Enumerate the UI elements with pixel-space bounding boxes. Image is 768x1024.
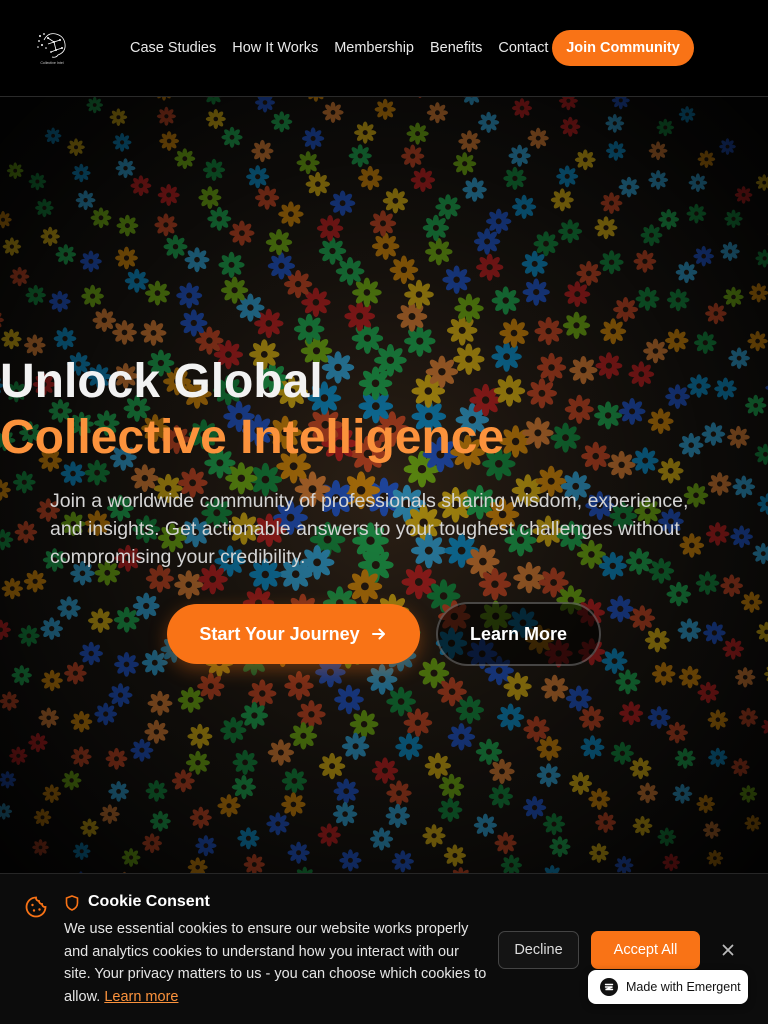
close-icon[interactable]: [719, 941, 737, 959]
made-with-emergent-badge[interactable]: Made with Emergent: [588, 970, 748, 1004]
join-community-button[interactable]: Join Community: [552, 30, 694, 66]
nav-contact[interactable]: Contact: [498, 38, 548, 58]
hero-title-highlight: Collective Intelligence: [0, 411, 505, 464]
svg-text:Collective Intel: Collective Intel: [40, 61, 64, 65]
nav-benefits[interactable]: Benefits: [430, 38, 482, 58]
cookie-description: We use essential cookies to ensure our w…: [64, 918, 488, 1008]
learn-more-button[interactable]: Learn More: [436, 602, 601, 666]
decline-button[interactable]: Decline: [498, 931, 579, 969]
start-journey-label: Start Your Journey: [199, 623, 360, 644]
main-nav: Case Studies How It Works Membership Ben…: [130, 38, 548, 58]
hero-section: Unlock Global Collective Intelligence Jo…: [0, 97, 768, 873]
nav-how-it-works[interactable]: How It Works: [232, 38, 318, 58]
cookie-title: Cookie Consent: [88, 893, 210, 910]
logo[interactable]: Collective Intel: [34, 28, 70, 66]
nav-case-studies[interactable]: Case Studies: [130, 38, 216, 58]
cookie-icon: [25, 896, 47, 918]
emergent-label: Made with Emergent: [626, 980, 741, 994]
site-header: Collective Intel Case Studies How It Wor…: [0, 0, 768, 97]
shield-icon: [65, 895, 79, 911]
emergent-logo-icon: [600, 978, 618, 996]
arrow-right-icon: [371, 628, 385, 640]
cookie-learn-more-link[interactable]: Learn more: [104, 989, 178, 1005]
hero-title: Unlock Global: [0, 355, 323, 408]
start-journey-button[interactable]: Start Your Journey: [167, 604, 420, 664]
accept-all-button[interactable]: Accept All: [591, 931, 700, 969]
hero-subtitle: Join a worldwide community of profession…: [50, 490, 689, 568]
nav-membership[interactable]: Membership: [334, 38, 414, 58]
network-brain-logo-icon: Collective Intel: [37, 33, 66, 65]
hero-overlay: [0, 97, 768, 873]
